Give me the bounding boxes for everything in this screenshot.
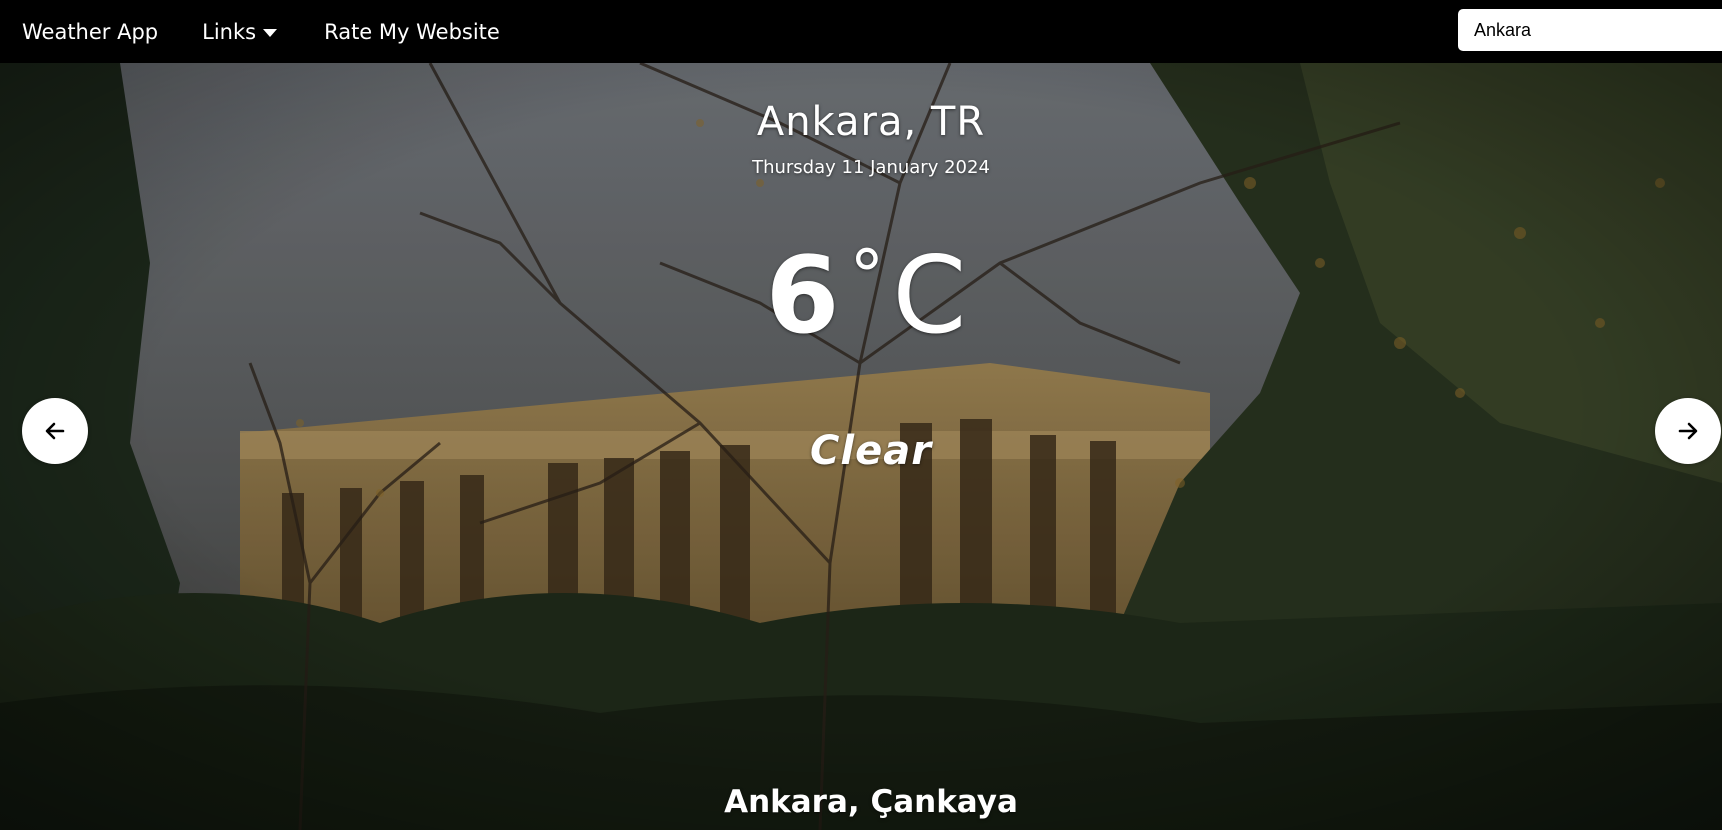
temperature-display: 6°C bbox=[0, 241, 1722, 349]
city-search-input[interactable] bbox=[1458, 9, 1722, 51]
city-title: Ankara, TR bbox=[756, 99, 986, 145]
temperature-value: 6 bbox=[765, 234, 850, 357]
location-label: Ankara, Çankaya bbox=[724, 784, 1018, 820]
date-label: Thursday 11 January 2024 bbox=[752, 157, 990, 178]
top-navbar: Weather App Links Rate My Website bbox=[0, 0, 1722, 63]
arrow-left-icon bbox=[45, 422, 65, 440]
weather-condition: Clear bbox=[810, 428, 932, 474]
next-button[interactable] bbox=[1655, 398, 1721, 464]
arrow-right-icon bbox=[1678, 422, 1698, 440]
rate-my-website-link[interactable]: Rate My Website bbox=[324, 20, 500, 44]
weather-hero: Ankara, TR Thursday 11 January 2024 6°C … bbox=[0, 63, 1722, 830]
brand-link[interactable]: Weather App bbox=[22, 20, 158, 44]
caret-down-icon bbox=[263, 28, 278, 37]
links-dropdown-label: Links bbox=[202, 19, 257, 44]
temperature-unit: C bbox=[892, 234, 977, 357]
previous-button[interactable] bbox=[22, 398, 88, 464]
links-dropdown[interactable]: Links bbox=[202, 19, 278, 44]
degree-symbol: ° bbox=[849, 235, 893, 317]
